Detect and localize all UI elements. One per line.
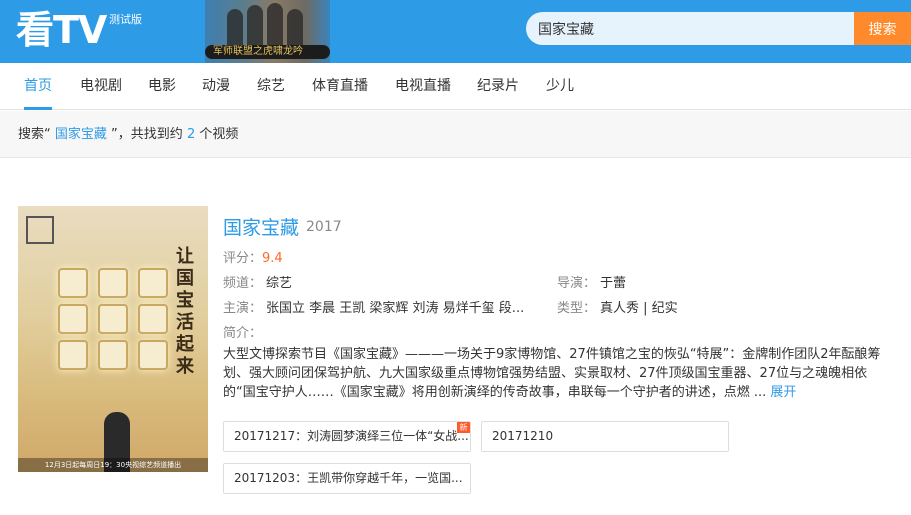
banner-title: 军师联盟之虎啸龙吟 [213,46,303,57]
cast-label: 主演： [223,301,263,316]
search-input[interactable] [526,12,854,45]
poster-tile [138,268,168,298]
channel-label: 频道： [223,276,263,291]
banner-strip: 军师联盟之虎啸龙吟 [205,45,330,59]
poster-tile [98,268,128,298]
nav-item-tv-series[interactable]: 电视剧 [80,63,122,110]
poster-tile [138,340,168,370]
director-value[interactable]: 于蕾 [600,276,626,291]
episode-item[interactable]: 20171203：王凯带你穿越千年，一览国... [223,463,471,494]
cast-value[interactable]: 张国立 李晨 王凯 梁家辉 刘涛 易烊千玺 段... [266,301,524,316]
nav-item-kids[interactable]: 少儿 [546,63,574,110]
search-button[interactable]: 搜索 [854,12,911,45]
channel-row: 频道： 综艺 [223,272,292,291]
score-label: 评分： [223,251,263,266]
nav-item-anime[interactable]: 动漫 [202,63,230,110]
description: 大型文博探索节目《国家宝藏》———一场关于9家博物馆、27件镇馆之宝的恢弘“特展… [223,345,895,402]
poster-seal-icon [26,216,54,244]
genre-row: 类型： 真人秀 | 纪实 [557,297,678,316]
genre-label: 类型： [557,301,597,316]
episode-item[interactable]: 20171217：刘涛圆梦演绎三位一体“女战... 新 [223,421,471,452]
cast-row: 主演： 张国立 李晨 王凯 梁家辉 刘涛 易烊千玺 段... [223,297,524,316]
nav-item-movies[interactable]: 电影 [148,63,176,110]
search-summary-text: 搜索“ 国家宝藏 ”，共找到约 2 个视频 [18,111,238,158]
poster-tile [58,340,88,370]
poster-tile [138,304,168,334]
nav-item-sports-live[interactable]: 体育直播 [312,63,368,110]
nav-item-documentary[interactable]: 纪录片 [477,63,519,110]
poster-tile [58,268,88,298]
expand-link[interactable]: 展开 [770,385,796,400]
poster-tile [58,304,88,334]
result-title[interactable]: 国家宝藏 [223,213,299,240]
episode-label: 20171217：刘涛圆梦演绎三位一体“女战... [234,429,469,443]
summary-count: 2 [186,127,196,142]
channel-value[interactable]: 综艺 [266,276,292,291]
poster-tile [98,304,128,334]
director-label: 导演： [557,276,597,291]
episode-item[interactable]: 20171210 [481,421,729,452]
poster-tile [98,340,128,370]
nav-item-variety[interactable]: 综艺 [257,63,285,110]
summary-middle: ”，共找到约 [111,127,183,142]
summary-suffix: 个视频 [199,127,239,142]
top-header: 看TV 测试版 军师联盟之虎啸龙吟 搜索 [0,0,911,63]
new-badge: 新 [457,422,470,433]
nav-item-home[interactable]: 首页 [24,63,52,110]
intro-row: 简介： [223,322,262,341]
episode-label: 20171210 [492,429,554,443]
poster-caption: 12月3日起每周日19：30央视综艺频道播出 [18,458,208,472]
intro-label: 简介： [223,326,263,341]
summary-prefix: 搜索“ [18,127,51,142]
result-year: 2017 [306,219,342,235]
beta-label: 测试版 [109,13,142,26]
genre-value[interactable]: 真人秀 | 纪实 [600,301,678,316]
nav-item-tv-live[interactable]: 电视直播 [395,63,451,110]
director-row: 导演： 于蕾 [557,272,626,291]
summary-query: 国家宝藏 [54,127,107,142]
poster-slogan: 让国宝活起来 [176,246,194,377]
result-poster[interactable]: 让国宝活起来 12月3日起每周日19：30央视综艺频道播出 [18,206,208,472]
promo-banner[interactable]: 军师联盟之虎啸龙吟 [205,0,330,63]
site-logo[interactable]: 看TV [16,8,107,52]
episode-label: 20171203：王凯带你穿越千年，一览国... [234,471,463,485]
score-row: 评分：9.4 [223,247,283,266]
main-nav: 首页 电视剧 电影 动漫 综艺 体育直播 电视直播 纪录片 少儿 [0,63,911,110]
search-summary: 搜索“ 国家宝藏 ”，共找到约 2 个视频 [0,111,911,158]
score-value: 9.4 [262,251,283,266]
